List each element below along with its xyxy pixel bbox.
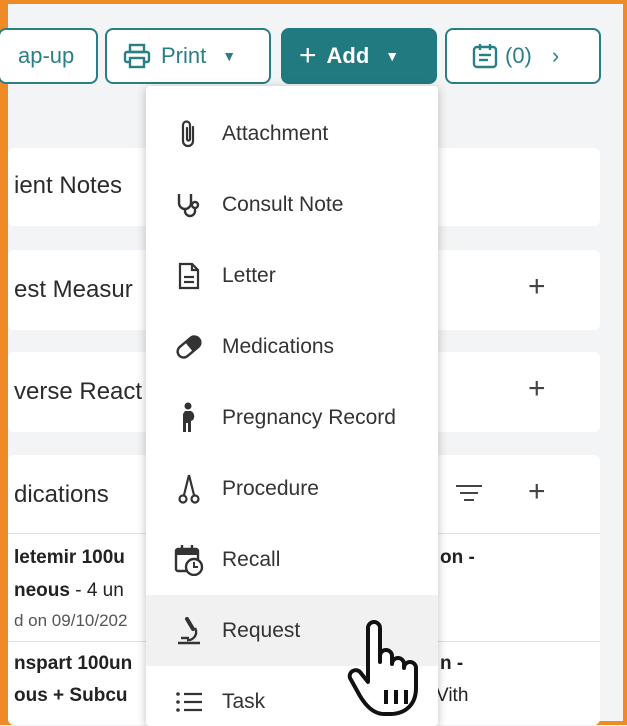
menu-item-label: Letter <box>222 263 276 287</box>
menu-item-label: Consult Note <box>222 192 344 216</box>
menu-item-label: Recall <box>222 547 281 571</box>
adverse-reactions-title: verse React <box>14 378 143 405</box>
menu-item-label: Pregnancy Record <box>222 405 396 429</box>
microscope-icon <box>174 616 204 646</box>
medication-row-2-note: Vith <box>436 685 469 706</box>
add-button[interactable]: + Add ▼ <box>281 28 437 84</box>
chevron-right-icon: › <box>551 43 560 68</box>
plus-icon: + <box>299 39 317 72</box>
stethoscope-icon <box>174 191 204 219</box>
print-button[interactable]: Print ▼ <box>105 28 271 84</box>
hand-cursor-icon <box>347 620 418 716</box>
medications-title: dications <box>14 481 109 508</box>
menu-item-recall[interactable]: Recall <box>146 524 438 595</box>
best-measures-title: est Measur <box>14 276 133 303</box>
medication-row-1-route: neous <box>14 580 70 601</box>
menu-item-label: Attachment <box>222 121 329 145</box>
pill-icon <box>174 332 204 362</box>
list-icon <box>174 691 204 713</box>
pregnant-person-icon <box>174 402 204 434</box>
filter-icon[interactable] <box>456 485 482 506</box>
calendar-icon <box>472 44 498 69</box>
paperclip-icon <box>174 119 204 149</box>
calendar-clock-icon <box>174 544 204 576</box>
menu-item-label: Task <box>222 689 266 713</box>
menu-item-label: Request <box>222 618 301 642</box>
calendar-count: (0) <box>505 43 532 68</box>
menu-item-attachment[interactable]: Attachment <box>146 98 438 169</box>
medication-row-1-date: d on 09/10/202 <box>14 611 128 630</box>
chevron-down-icon: ▼ <box>222 48 237 64</box>
printer-icon <box>123 43 151 69</box>
print-label: Print <box>161 43 207 68</box>
add-medication-icon[interactable]: + <box>528 475 546 509</box>
medication-row-2-route: ous + Subcu <box>14 685 128 706</box>
document-icon <box>174 262 204 290</box>
wrap-up-label: ap-up <box>18 43 75 68</box>
menu-item-procedure[interactable]: Procedure <box>146 453 438 524</box>
add-label: Add <box>326 43 370 68</box>
medication-row-2-name-end: n - <box>440 653 464 674</box>
menu-item-label: Medications <box>222 334 335 358</box>
menu-item-pregnancy-record[interactable]: Pregnancy Record <box>146 382 438 453</box>
menu-item-medications[interactable]: Medications <box>146 311 438 382</box>
medication-row-2-name[interactable]: nspart 100un <box>14 653 132 675</box>
menu-item-consult-note[interactable]: Consult Note <box>146 169 438 240</box>
add-reaction-icon[interactable]: + <box>528 372 546 406</box>
patient-notes-title: ient Notes <box>14 172 123 199</box>
menu-item-letter[interactable]: Letter <box>146 240 438 311</box>
menu-item-label: Procedure <box>222 476 319 500</box>
medication-row-1-name-end: on - <box>440 547 475 568</box>
scissors-icon <box>174 473 204 505</box>
calendar-button[interactable]: (0) › <box>445 28 601 84</box>
chevron-down-icon: ▼ <box>385 48 400 64</box>
medication-row-1-dose: neous - 4 un <box>14 580 124 602</box>
medication-row-1-name[interactable]: letemir 100u <box>14 547 125 569</box>
wrap-up-button[interactable]: ap-up <box>0 28 98 84</box>
add-measure-icon[interactable]: + <box>528 270 546 304</box>
medication-row-1-amount: - 4 un <box>69 580 124 601</box>
